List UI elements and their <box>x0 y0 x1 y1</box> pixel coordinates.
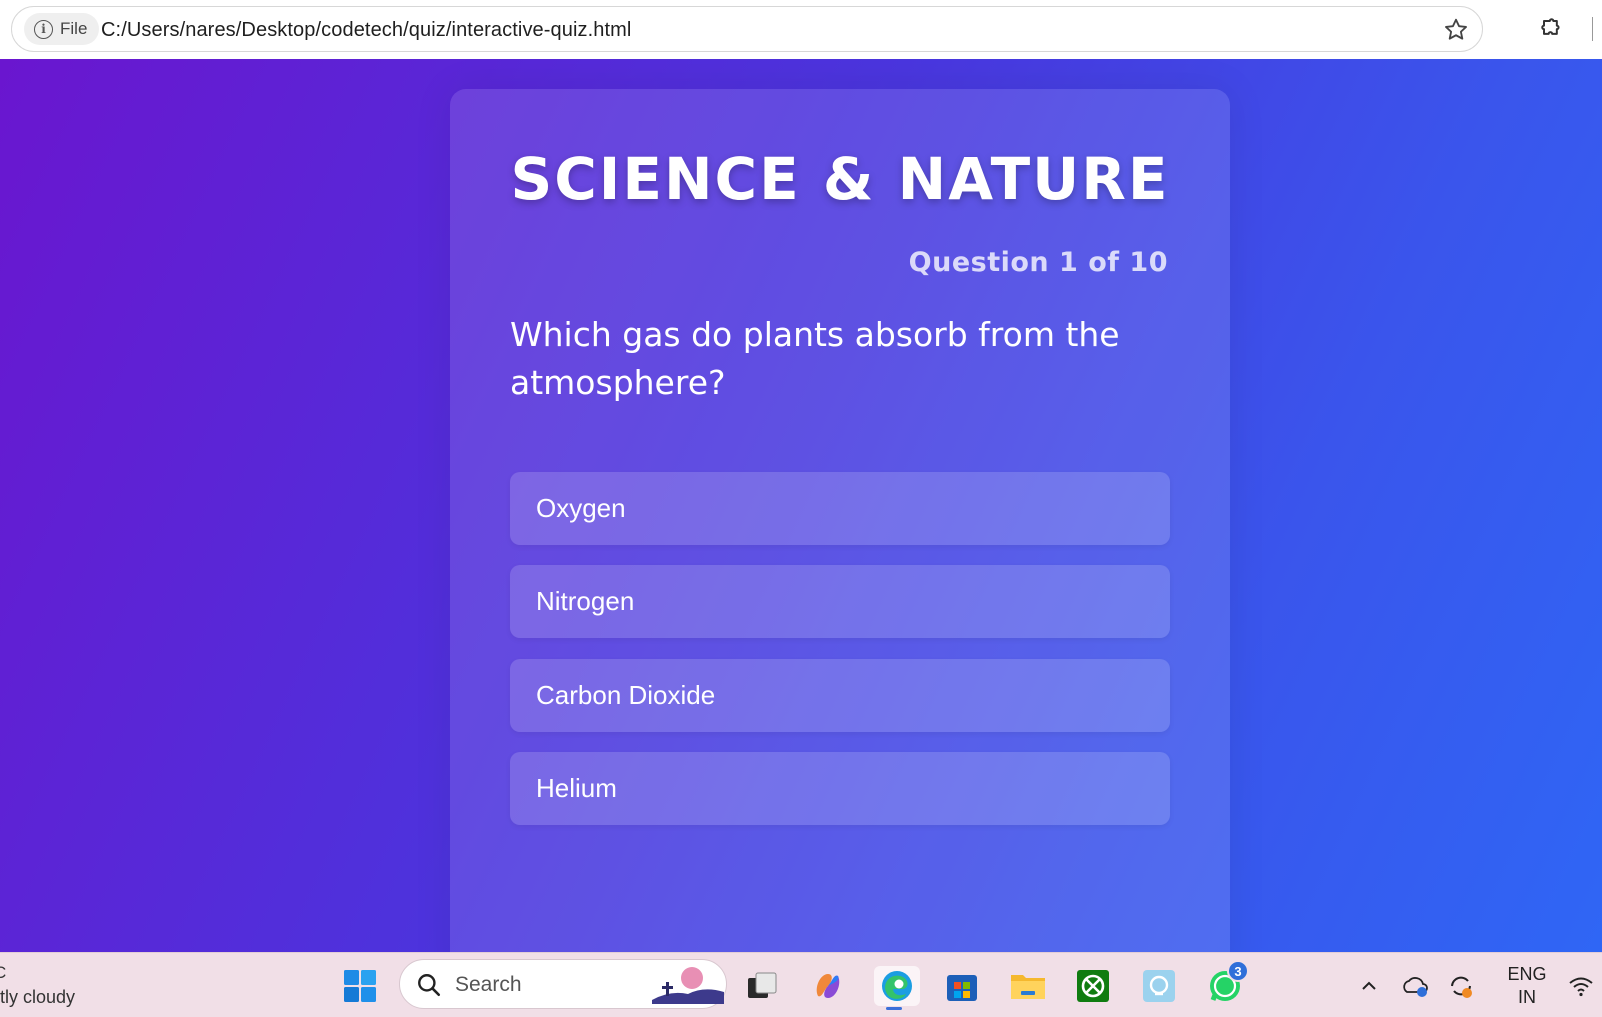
browser-toolbar: i File C:/Users/nares/Desktop/codetech/q… <box>0 0 1602 59</box>
file-explorer-icon[interactable] <box>1008 966 1048 1006</box>
app-icon-light-blue[interactable] <box>1139 966 1179 1006</box>
chevron-up-icon[interactable] <box>1352 966 1386 1006</box>
bookmark-star-icon[interactable] <box>1442 16 1470 44</box>
copilot-icon[interactable] <box>808 966 848 1006</box>
address-bar[interactable]: i File C:/Users/nares/Desktop/codetech/q… <box>11 6 1483 52</box>
whatsapp-icon[interactable]: 3 <box>1205 960 1249 1006</box>
region-code: IN <box>1518 987 1536 1007</box>
language-indicator[interactable]: ENG IN <box>1502 963 1552 1009</box>
search-highlight-landscape-icon <box>652 967 724 1004</box>
quiz-title: SCIENCE & NATURE <box>510 145 1170 213</box>
toolbar-divider <box>1592 17 1593 41</box>
answer-option-nitrogen[interactable]: Nitrogen <box>510 565 1170 638</box>
taskbar-search[interactable]: Search <box>399 959 727 1009</box>
task-view-icon[interactable] <box>742 966 782 1006</box>
answer-option-oxygen[interactable]: Oxygen <box>510 472 1170 545</box>
quiz-card: SCIENCE & NATURE Question 1 of 10 Which … <box>450 89 1230 952</box>
onedrive-cloud-icon[interactable] <box>1398 966 1432 1006</box>
wifi-icon[interactable] <box>1564 966 1598 1006</box>
question-counter: Question 1 of 10 <box>908 247 1168 278</box>
weather-temperature: C <box>0 963 7 982</box>
answer-option-helium[interactable]: Helium <box>510 752 1170 825</box>
language-code: ENG <box>1507 964 1547 984</box>
sync-update-icon[interactable] <box>1444 966 1478 1006</box>
notification-badge: 3 <box>1227 960 1249 982</box>
windows-taskbar: C tly cloudy Search 3 ENG IN <box>0 952 1602 1017</box>
question-text: Which gas do plants absorb from the atmo… <box>510 315 1120 402</box>
file-label: File <box>60 19 88 38</box>
search-icon <box>418 974 441 997</box>
search-placeholder: Search <box>455 973 522 996</box>
start-windows-icon[interactable] <box>340 966 380 1006</box>
info-icon: i <box>34 19 53 39</box>
active-indicator <box>886 1007 902 1010</box>
answer-option-carbon-dioxide[interactable]: Carbon Dioxide <box>510 659 1170 732</box>
xbox-icon[interactable] <box>1073 966 1113 1006</box>
edge-browser-icon[interactable] <box>874 966 920 1010</box>
url-text[interactable]: C:/Users/nares/Desktop/codetech/quiz/int… <box>101 19 631 42</box>
weather-widget[interactable]: C tly cloudy <box>0 961 75 1009</box>
microsoft-store-icon[interactable] <box>942 966 982 1006</box>
weather-description: tly cloudy <box>0 987 76 1007</box>
extensions-puzzle-icon[interactable] <box>1537 14 1565 42</box>
site-info-chip[interactable]: i File <box>24 13 100 45</box>
quiz-page: SCIENCE & NATURE Question 1 of 10 Which … <box>0 59 1602 952</box>
